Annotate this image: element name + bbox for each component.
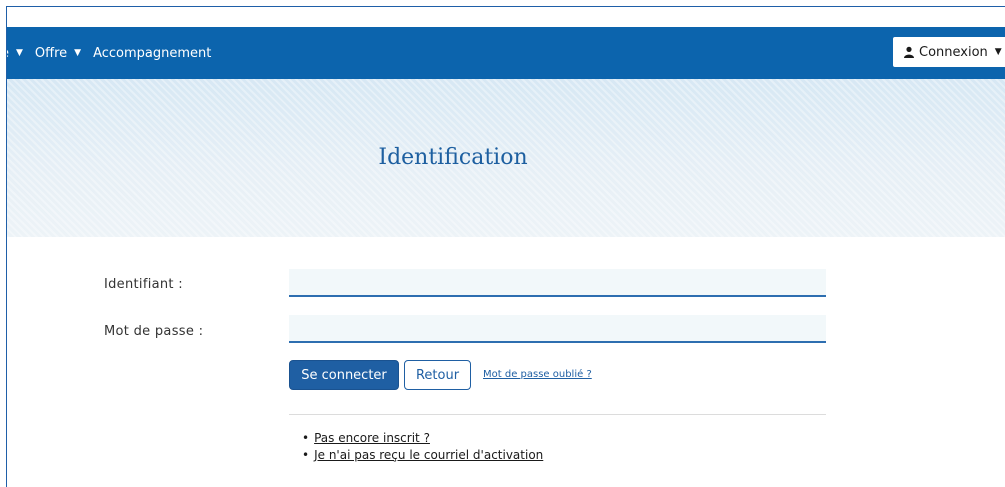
user-icon xyxy=(903,46,915,58)
page-banner: Identification xyxy=(7,79,1005,237)
back-button[interactable]: Retour xyxy=(404,360,471,390)
menu-item-accompagnement[interactable]: Accompagnement xyxy=(93,46,211,61)
caret-down-icon: ▼ xyxy=(16,48,23,58)
register-link[interactable]: Pas encore inscrit ? xyxy=(314,431,430,445)
menu-item-label: Offre xyxy=(34,45,68,61)
menu-item-label: e xyxy=(7,46,9,61)
bullet: • xyxy=(302,430,310,445)
menu-item-offre[interactable]: Offre ▼ xyxy=(35,46,81,61)
top-navbar: e ▼ Offre ▼ Accompagnement Connexion ▼ xyxy=(7,27,1005,79)
caret-down-icon: ▼ xyxy=(74,48,82,58)
browser-viewport: e ▼ Offre ▼ Accompagnement Connexion ▼ I xyxy=(6,6,1005,487)
list-item: • Pas encore inscrit ? xyxy=(302,429,543,446)
main-menu: e ▼ Offre ▼ Accompagnement xyxy=(7,27,223,79)
login-label: Connexion xyxy=(919,44,988,60)
divider xyxy=(289,414,826,415)
menu-item-label: Accompagnement xyxy=(93,45,212,61)
caret-down-icon: ▼ xyxy=(994,47,1002,57)
bullet: • xyxy=(302,447,310,462)
forgot-password-link[interactable]: Mot de passe oublié ? xyxy=(483,369,592,380)
password-label: Mot de passe : xyxy=(104,324,204,339)
menu-item-partial[interactable]: e ▼ xyxy=(7,46,23,61)
help-links: • Pas encore inscrit ? • Je n'ai pas reç… xyxy=(302,429,543,463)
list-item: • Je n'ai pas reçu le courriel d'activat… xyxy=(302,446,543,463)
username-field[interactable] xyxy=(289,269,826,297)
password-field[interactable] xyxy=(289,315,826,343)
login-dropdown-button[interactable]: Connexion ▼ xyxy=(893,37,1005,67)
username-label: Identifiant : xyxy=(104,277,183,292)
login-submit-button[interactable]: Se connecter xyxy=(289,360,399,390)
resend-activation-link[interactable]: Je n'ai pas reçu le courriel d'activatio… xyxy=(314,448,543,462)
page-title: Identification xyxy=(378,145,528,170)
